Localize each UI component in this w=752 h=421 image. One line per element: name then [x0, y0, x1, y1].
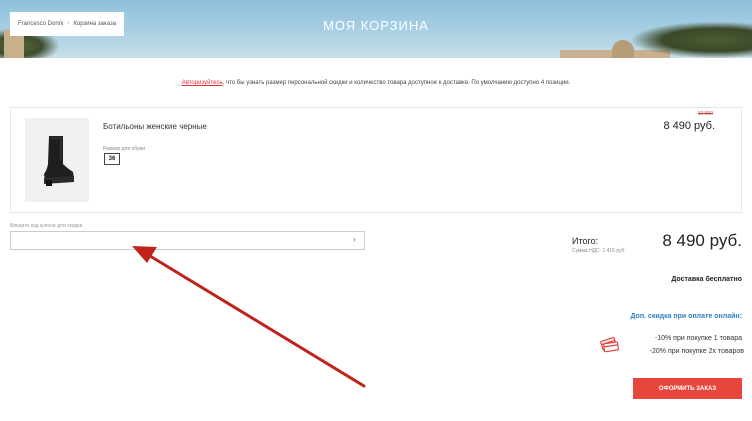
old-price: 10 990: [697, 111, 713, 117]
breadcrumb-separator: ›: [67, 21, 70, 27]
breadcrumb-home[interactable]: Francesco Donni: [18, 21, 63, 27]
notice-text: , что бы узнать размер персональной скид…: [222, 80, 571, 86]
promo-line-1: -10% при покупке 1 товара: [654, 335, 742, 342]
product-image[interactable]: [25, 118, 89, 202]
cart-item: Ботильоны женские черные Размер для обув…: [10, 107, 742, 213]
size-label: Размер для обуви: [103, 146, 145, 152]
checkout-button[interactable]: ОФОРМИТЬ ЗАКАЗ: [633, 378, 742, 399]
credit-cards-icon: [600, 337, 619, 353]
item-price: 8 490 руб.: [663, 120, 715, 132]
coupon-label: Введите код купона для скидки: [10, 223, 83, 229]
promo-line-2: -20% при покупке 2х товаров: [649, 348, 744, 355]
login-link[interactable]: Авторизуйтесь: [182, 80, 223, 86]
size-value: 36: [104, 153, 120, 165]
delivery-info: Доставка бесплатно: [671, 276, 742, 283]
product-name[interactable]: Ботильоны женские черные: [103, 122, 207, 131]
boot-image: [44, 136, 74, 186]
coupon-input[interactable]: [10, 231, 365, 250]
total-label: Итого:: [572, 236, 599, 246]
total-value: 8 490 руб.: [662, 231, 742, 250]
breadcrumb-current: Корзина заказа: [73, 21, 117, 27]
breadcrumb: Francesco Donni › Корзина заказа: [10, 12, 125, 36]
promo-title: Доп. скидка при оплате онлайн:: [630, 313, 742, 320]
login-notice: Авторизуйтесь, что бы узнать размер перс…: [0, 80, 752, 86]
coupon-submit-icon[interactable]: ›: [353, 235, 356, 244]
vat-amount: Сумма НДС: 1 415 руб: [572, 248, 625, 254]
